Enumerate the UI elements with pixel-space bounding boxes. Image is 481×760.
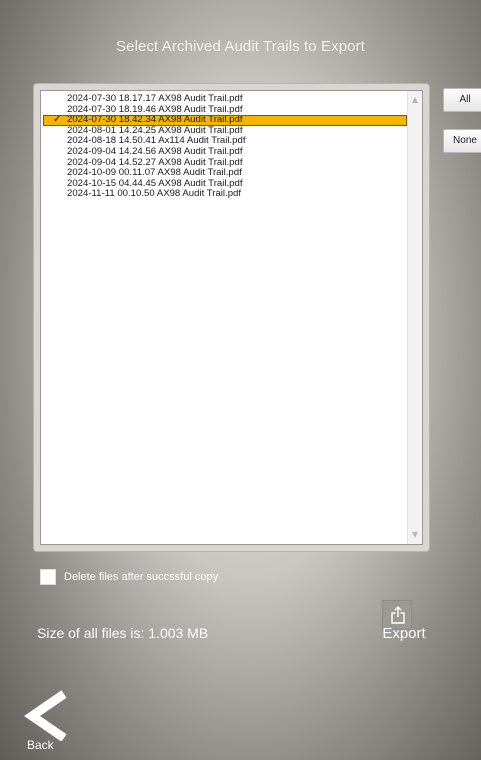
file-name: 2024-09-04 14.24.56 AX98 Audit Trail.pdf xyxy=(67,145,243,157)
file-list-panel: 2024-07-30 18.17.17 AX98 Audit Trail.pdf… xyxy=(34,84,429,551)
file-name: 2024-09-04 14.52.27 AX98 Audit Trail.pdf xyxy=(67,156,243,168)
share-export-icon xyxy=(391,606,405,624)
select-none-button[interactable]: None xyxy=(443,129,481,153)
page-title: Select Archived Audit Trails to Export xyxy=(116,38,365,55)
triangle-down-icon[interactable]: ▼ xyxy=(408,528,422,542)
chevron-left-icon xyxy=(24,690,67,742)
select-all-button[interactable]: All xyxy=(443,88,481,112)
list-item[interactable]: 2024-11-11 00.10.50 AX98 Audit Trail.pdf xyxy=(41,189,409,200)
file-name: 2024-07-30 18.42.34 AX98 Audit Trail.pdf xyxy=(67,114,243,126)
file-listbox[interactable]: 2024-07-30 18.17.17 AX98 Audit Trail.pdf… xyxy=(40,90,423,545)
file-name: 2024-11-11 00.10.50 AX98 Audit Trail.pdf xyxy=(67,188,242,200)
vertical-scrollbar[interactable]: ▲ ▼ xyxy=(407,91,422,544)
file-name: 2024-10-15 04.44.45 AX98 Audit Trail.pdf xyxy=(67,177,243,189)
triangle-up-icon[interactable]: ▲ xyxy=(408,93,422,107)
back-label[interactable]: Back xyxy=(27,738,54,752)
delete-files-checkbox[interactable] xyxy=(40,569,56,585)
file-name: 2024-10-09 00.11.07 AX98 Audit Trail.pdf xyxy=(67,167,242,179)
file-name: 2024-07-30 18.17.17 AX98 Audit Trail.pdf xyxy=(67,93,243,104)
delete-files-label: Delete files after succssful copy xyxy=(64,571,219,583)
back-button[interactable] xyxy=(22,689,74,742)
file-name: 2024-07-30 18.19.46 AX98 Audit Trail.pdf xyxy=(67,103,243,115)
files-size-text: Size of all files is: 1.003 MB xyxy=(37,625,209,641)
file-name: 2024-08-01 14.24.25 AX98 Audit Trail.pdf xyxy=(67,124,243,136)
file-name: 2024-08-18 14.50.41 Ax114 Audit Trail.pd… xyxy=(67,135,246,147)
export-label[interactable]: Export xyxy=(370,625,438,642)
checkmark-icon: ✓ xyxy=(53,114,62,126)
file-list: 2024-07-30 18.17.17 AX98 Audit Trail.pdf… xyxy=(41,93,409,200)
delete-files-option[interactable]: Delete files after succssful copy xyxy=(40,568,218,586)
